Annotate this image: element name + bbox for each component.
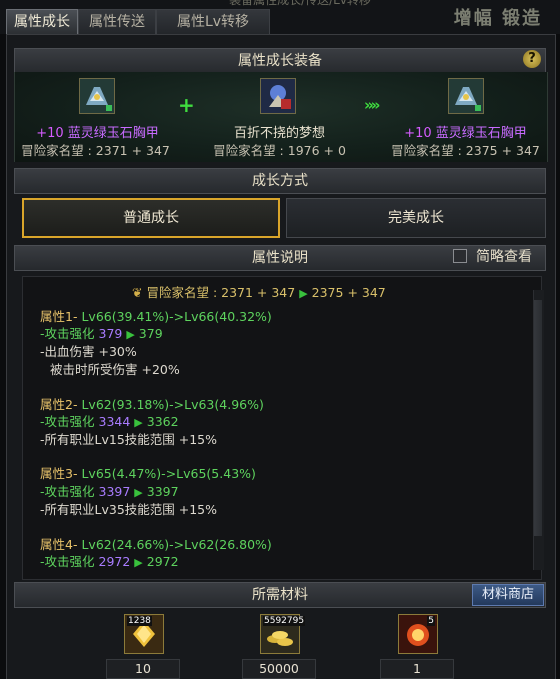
- equip-section-title: 属性成长装备: [14, 48, 546, 74]
- chestplate-icon: [449, 79, 483, 113]
- material-1-owned: 1238: [127, 616, 152, 626]
- crest-icon: ❦: [132, 285, 143, 300]
- material-slot-3[interactable]: 5: [398, 614, 438, 654]
- fame-old: 冒险家名望 : 2371 + 347: [146, 285, 296, 300]
- source-equip-name: +10 蓝灵绿玉石胸甲: [10, 126, 185, 141]
- attr-2-old: 3344: [98, 414, 131, 429]
- attr-3-arrow-icon: ▶: [134, 486, 143, 499]
- scrollbar-thumb[interactable]: [534, 300, 542, 536]
- attr-3-stat-label: -攻击强化: [40, 484, 95, 499]
- attr-1-stat: -攻击强化 379 ▶ 379: [40, 326, 163, 343]
- attr-3-old: 3397: [98, 484, 131, 499]
- plus-icon: +: [178, 93, 195, 117]
- brief-view-checkbox[interactable]: [453, 249, 467, 263]
- attr-1-extra-1: -出血伤害 +30%: [40, 344, 137, 359]
- attr-3-extra-1: -所有职业Lv35技能范围 +15%: [40, 502, 218, 517]
- result-plus-level: +10: [404, 126, 432, 141]
- material-2-owned: 5592795: [263, 616, 306, 626]
- arrow-right-icon: »»: [364, 96, 380, 114]
- attr-2-stat: -攻击强化 3344 ▶ 3362: [40, 414, 179, 431]
- dream-item-icon: [261, 79, 295, 113]
- material-slot-2[interactable]: 5592795: [260, 614, 306, 654]
- attr-4-label: 属性4-: [40, 537, 78, 552]
- help-icon[interactable]: ?: [523, 50, 541, 68]
- attr-1-new: 379: [138, 326, 163, 341]
- fame-new: 2375 + 347: [311, 285, 386, 300]
- attr-3-title: 属性3- Lv65(4.47%)->Lv65(5.43%): [40, 466, 256, 482]
- materials-section-title: 所需材料: [14, 582, 546, 608]
- attr-1-arrow-icon: ▶: [126, 328, 135, 341]
- material-equip-score: 冒险家名望 : 1976 + 0: [213, 143, 346, 158]
- chestplate-icon: [80, 79, 114, 113]
- material-1-required: 10: [106, 659, 180, 679]
- attr-1-change: Lv66(39.41%)->Lv66(40.32%): [81, 309, 272, 324]
- attr-1-old: 379: [98, 326, 123, 341]
- material-2-required: 50000: [242, 659, 316, 679]
- attr-3-new: 3397: [146, 484, 179, 499]
- attr-4-stat: -攻击强化 2972 ▶ 2972: [40, 554, 179, 571]
- attr-4-old: 2972: [98, 554, 131, 569]
- attr-3-change: Lv65(4.47%)->Lv65(5.43%): [81, 466, 256, 481]
- attr-4-arrow-icon: ▶: [134, 556, 143, 569]
- tab-attr-growth[interactable]: 属性成长: [6, 9, 78, 34]
- material-slot-1[interactable]: 1238: [124, 614, 164, 654]
- attr-1-extra-2: 被击时所受伤害 +20%: [50, 362, 180, 377]
- perfect-growth-button[interactable]: 完美成长: [286, 198, 546, 238]
- source-name: 蓝灵绿玉石胸甲: [67, 126, 159, 141]
- attr-1-stat-label: -攻击强化: [40, 326, 95, 341]
- source-equip-slot[interactable]: [79, 78, 115, 114]
- attr-2-label: 属性2-: [40, 397, 78, 412]
- attr-2-title: 属性2- Lv62(93.18%)->Lv63(4.96%): [40, 397, 264, 413]
- source-equip-score: 冒险家名望 : 2371 + 347: [21, 143, 170, 158]
- attr-1-title: 属性1- Lv66(39.41%)->Lv66(40.32%): [40, 309, 272, 325]
- tab-attr-transfer[interactable]: 属性传送: [78, 9, 156, 34]
- normal-growth-button[interactable]: 普通成长: [22, 198, 280, 238]
- material-shop-button[interactable]: 材料商店: [472, 584, 544, 606]
- result-name: 蓝灵绿玉石胸甲: [435, 126, 527, 141]
- top-right-tabs: 增幅 锻造: [453, 8, 542, 29]
- attr-2-stat-label: -攻击强化: [40, 414, 95, 429]
- result-equip-name: +10 蓝灵绿玉石胸甲: [378, 126, 553, 141]
- attr-4-new: 2972: [146, 554, 179, 569]
- growth-section-title: 成长方式: [14, 168, 546, 194]
- attr-2-change: Lv62(93.18%)->Lv63(4.96%): [81, 397, 264, 412]
- attr-4-change: Lv62(24.66%)->Lv62(26.80%): [81, 537, 272, 552]
- result-equip-slot[interactable]: [448, 78, 484, 114]
- attr-4-stat-label: -攻击强化: [40, 554, 95, 569]
- result-equip-score: 冒险家名望 : 2375 + 347: [391, 143, 540, 158]
- material-3-owned: 5: [427, 616, 435, 626]
- attr-3-stat: -攻击强化 3397 ▶ 3397: [40, 484, 179, 501]
- source-plus-level: +10: [36, 126, 64, 141]
- attr-4-title: 属性4- Lv62(24.66%)->Lv62(26.80%): [40, 537, 272, 553]
- attr-1-label: 属性1-: [40, 309, 78, 324]
- fame-line: ❦ 冒险家名望 : 2371 + 347 ▶ 2375 + 347: [132, 285, 386, 302]
- fame-arrow-icon: ▶: [299, 287, 308, 300]
- tab-attr-lv-transfer[interactable]: 属性Lv转移: [156, 9, 270, 34]
- attr-3-label: 属性3-: [40, 466, 78, 481]
- attr-2-extra-1: -所有职业Lv15技能范围 +15%: [40, 432, 218, 447]
- attr-2-new: 3362: [146, 414, 179, 429]
- material-equip-slot[interactable]: [260, 78, 296, 114]
- attr-2-arrow-icon: ▶: [134, 416, 143, 429]
- material-equip-name: 百折不挠的梦想: [233, 126, 325, 141]
- material-3-required: 1: [380, 659, 454, 679]
- brief-view-label[interactable]: 简略查看: [476, 246, 532, 266]
